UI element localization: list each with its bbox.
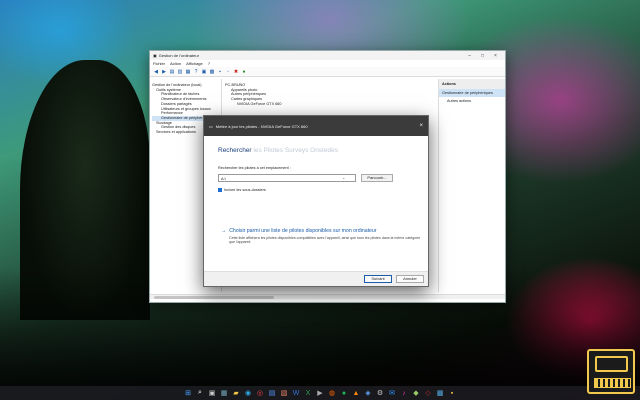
widgets-icon[interactable]: ▦ xyxy=(219,388,229,398)
actions-more[interactable]: Autres actions xyxy=(439,97,505,105)
folder-icon[interactable]: ▰ xyxy=(231,388,241,398)
device-icon: ▭ xyxy=(209,123,213,129)
update-driver-icon[interactable]: ▪ xyxy=(217,69,223,75)
dialog-footer: Suivant Annuler xyxy=(204,271,428,286)
shield-icon[interactable]: ◇ xyxy=(423,388,433,398)
chevron-down-icon[interactable]: ⌄ xyxy=(342,175,345,180)
location-input[interactable]: A:\ xyxy=(218,174,356,182)
help-icon[interactable]: ? xyxy=(193,69,199,75)
actions-pane: Actions Gestionnaire de périphériques Au… xyxy=(438,79,505,292)
maximize-button[interactable]: □ xyxy=(476,53,489,59)
excel-icon[interactable]: X xyxy=(303,388,313,398)
pick-from-list-text[interactable]: Choisir parmi une liste de pilotes dispo… xyxy=(229,228,376,234)
actions-header: Actions xyxy=(439,79,505,89)
vlc-icon[interactable]: ▲ xyxy=(351,388,361,398)
game-icon[interactable]: ◆ xyxy=(411,388,421,398)
camera-icon[interactable]: ▩ xyxy=(435,388,445,398)
taskview-icon[interactable]: ▣ xyxy=(207,388,217,398)
photos-icon[interactable]: ▧ xyxy=(279,388,289,398)
window-titlebar[interactable]: ▣ Gestion de l'ordinateur – □ × xyxy=(150,51,505,60)
logo-screen xyxy=(595,356,628,372)
menu-action[interactable]: Action xyxy=(170,61,181,66)
site-logo xyxy=(587,349,635,394)
dialog-heading: Rechercher les Pilotes Surveys Onstedes xyxy=(218,147,338,154)
include-subfolders-checkbox[interactable]: Inclure les sous-dossiers xyxy=(218,188,266,192)
back-icon[interactable]: ◀ xyxy=(153,69,159,75)
uninstall-icon[interactable]: ✖ xyxy=(233,69,239,75)
windows-icon[interactable]: ⊞ xyxy=(183,388,193,398)
forward-icon[interactable]: ▶ xyxy=(161,69,167,75)
update-driver-dialog: ▭ Mettre à jour les pilotes - NVIDIA GeF… xyxy=(203,115,429,287)
download-icon[interactable]: ● xyxy=(241,69,247,75)
disable-icon[interactable]: ▫ xyxy=(225,69,231,75)
app-icon: ▣ xyxy=(153,53,157,58)
dialog-title: Mettre à jour les pilotes - NVIDIA GeFor… xyxy=(215,123,308,129)
actions-selected[interactable]: Gestionnaire de périphériques xyxy=(439,89,505,97)
dialog-heading-faded: les Pilotes Surveys Onstedes xyxy=(251,147,338,154)
word-icon[interactable]: W xyxy=(291,388,301,398)
toolbar: ◀ ▶ ▤ ▥ ▦ ? ▣ ▩ ▪ ▫ ✖ ● xyxy=(150,67,505,77)
location-label: Rechercher les pilotes à cet emplacement… xyxy=(218,166,291,170)
minimize-button[interactable]: – xyxy=(463,53,476,59)
include-subfolders-label: Inclure les sous-dossiers xyxy=(224,188,266,192)
menu-bar: Fichier Action Affichage ? xyxy=(150,60,505,67)
up-icon[interactable]: ▤ xyxy=(169,69,175,75)
spotify-icon[interactable]: ● xyxy=(339,388,349,398)
checkbox-checked-icon[interactable] xyxy=(218,188,222,192)
terminal-icon[interactable]: ▶ xyxy=(315,388,325,398)
menu-help[interactable]: ? xyxy=(208,61,210,66)
view-icon[interactable]: ▣ xyxy=(201,69,207,75)
music-icon[interactable]: ♪ xyxy=(399,388,409,398)
settings-icon[interactable]: ⚙ xyxy=(375,388,385,398)
search-icon[interactable]: ⌕ xyxy=(195,388,205,398)
taskbar: ⊞ ⌕ ▣ ▦ ▰ ◉ ◎ ▤ ▧ W X ▶ ◍ ● ▲ ◈ ⚙ ✉ ♪ ◆ ◇ ▩ ▪ xyxy=(0,386,640,400)
next-button[interactable]: Suivant xyxy=(364,275,392,283)
scan-icon[interactable]: ▩ xyxy=(209,69,215,75)
logo-keyboard xyxy=(594,378,631,388)
store-icon[interactable]: ▤ xyxy=(267,388,277,398)
cancel-button[interactable]: Annuler xyxy=(396,275,424,283)
mail-icon[interactable]: ✉ xyxy=(387,388,397,398)
dialog-titlebar[interactable]: ▭ Mettre à jour les pilotes - NVIDIA GeF… xyxy=(204,116,428,136)
refresh-icon[interactable]: ▦ xyxy=(185,69,191,75)
steam-icon[interactable]: ◈ xyxy=(363,388,373,398)
menu-view[interactable]: Affichage xyxy=(186,61,203,66)
dialog-heading-text: Rechercher xyxy=(218,147,252,154)
app-icon[interactable]: ▪ xyxy=(447,388,457,398)
browse-button[interactable]: Parcourir... xyxy=(361,174,393,182)
window-title: Gestion de l'ordinateur xyxy=(158,53,199,58)
pick-from-list-link[interactable]: → Choisir parmi une liste de pilotes disp… xyxy=(221,228,377,234)
pick-from-list-description: Cette liste affichera les pilotes dispon… xyxy=(229,236,421,245)
device-gpu[interactable]: NVIDIA GeForce GTX 660 xyxy=(225,102,435,107)
chrome-icon[interactable]: ◎ xyxy=(255,388,265,398)
arrow-right-icon: → xyxy=(221,228,227,234)
menu-file[interactable]: Fichier xyxy=(153,61,165,66)
close-button[interactable]: × xyxy=(489,53,502,59)
firefox-icon[interactable]: ◍ xyxy=(327,388,337,398)
scrollbar-thumb[interactable] xyxy=(154,296,274,299)
edge-icon[interactable]: ◉ xyxy=(243,388,253,398)
properties-icon[interactable]: ▥ xyxy=(177,69,183,75)
dialog-close-icon[interactable]: × xyxy=(419,123,423,129)
horizontal-scrollbar[interactable] xyxy=(150,294,505,299)
